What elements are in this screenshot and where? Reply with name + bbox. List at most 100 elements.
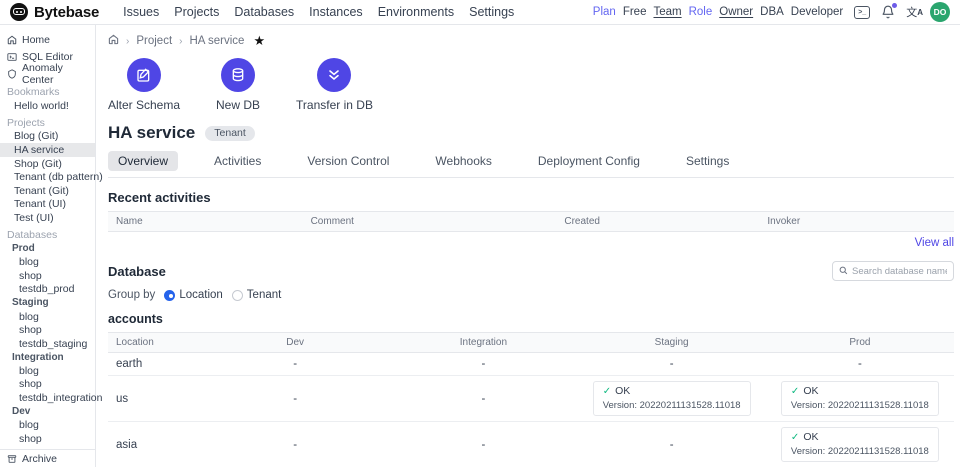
- brand[interactable]: Bytebase: [10, 3, 99, 21]
- new-db-button[interactable]: New DB: [202, 58, 274, 112]
- sidebar-project-test-ui[interactable]: Test (UI): [0, 211, 95, 225]
- nav-right: Plan Free Team Role Owner DBA Developer …: [593, 2, 950, 22]
- page-header: HA service Tenant: [108, 123, 954, 143]
- nav-link-environments[interactable]: Environments: [378, 5, 454, 19]
- column-name: Name: [108, 212, 303, 232]
- table-row-us: us - - ✓OK Version: 20220211131528.11018…: [108, 376, 954, 422]
- sidebar-project-blog-git[interactable]: Blog (Git): [0, 130, 95, 144]
- sidebar-db-item[interactable]: testdb_prod: [0, 283, 95, 297]
- terminal-icon[interactable]: >_: [854, 6, 870, 19]
- sidebar-project-tenant-ui[interactable]: Tenant (UI): [0, 198, 95, 212]
- radio-label: Tenant: [247, 289, 282, 301]
- staging-cell: ✓OK Version: 20220211131528.11018: [578, 376, 766, 422]
- view-all-link[interactable]: View all: [915, 237, 954, 249]
- tab-bar: Overview Activities Version Control Webh…: [108, 151, 954, 178]
- quick-actions: Alter Schema New DB Transfer in DB: [108, 58, 954, 112]
- search-input[interactable]: [852, 266, 947, 277]
- sidebar-db-item[interactable]: shop: [0, 432, 95, 446]
- integration-cell: -: [389, 376, 577, 422]
- sidebar-item-home[interactable]: Home: [0, 31, 95, 48]
- tab-settings[interactable]: Settings: [676, 151, 739, 171]
- version-text: Version: 20220211131528.11018: [603, 400, 741, 411]
- integration-cell: -: [389, 353, 577, 376]
- tab-webhooks[interactable]: Webhooks: [425, 151, 501, 171]
- avatar[interactable]: DO: [930, 2, 950, 22]
- sidebar-section-projects: Projects: [0, 116, 95, 130]
- sidebar-db-item[interactable]: shop: [0, 323, 95, 337]
- sidebar-bookmark-hello-world[interactable]: Hello world!: [0, 99, 95, 113]
- dev-cell: -: [201, 353, 389, 376]
- breadcrumb-project[interactable]: Project: [136, 35, 172, 47]
- breadcrumb-separator: ›: [179, 36, 182, 47]
- tab-activities[interactable]: Activities: [204, 151, 271, 171]
- nav-link-issues[interactable]: Issues: [123, 5, 159, 19]
- sidebar-db-item[interactable]: testdb_integration: [0, 391, 95, 405]
- sidebar-db-item[interactable]: blog: [0, 364, 95, 378]
- sidebar-db-item[interactable]: blog: [0, 255, 95, 269]
- bell-icon[interactable]: [881, 5, 895, 19]
- column-comment: Comment: [303, 212, 557, 232]
- sidebar-project-ha-service[interactable]: HA service: [0, 143, 95, 157]
- breadcrumb-separator: ›: [126, 36, 129, 47]
- plan-label: Plan: [593, 6, 616, 18]
- sidebar-item-label: Archive: [22, 453, 57, 465]
- database-status-card[interactable]: ✓OK Version: 20220211131528.11018: [781, 381, 939, 416]
- translate-icon[interactable]: 文A: [906, 4, 923, 20]
- tenant-badge: Tenant: [205, 126, 255, 141]
- role-developer-link[interactable]: Developer: [791, 6, 843, 18]
- transfer-in-db-button[interactable]: Transfer in DB: [296, 58, 373, 112]
- database-status-card[interactable]: ✓OK Version: 20220211131528.11018: [593, 381, 751, 416]
- bookmark-star-icon[interactable]: ★: [253, 33, 265, 49]
- radio-label: Location: [179, 289, 222, 301]
- plan-upgrade-link[interactable]: Team: [653, 6, 681, 18]
- tab-overview[interactable]: Overview: [108, 151, 178, 171]
- sidebar-item-anomaly-center[interactable]: Anomaly Center: [0, 65, 95, 82]
- check-icon: ✓: [603, 386, 611, 397]
- nav-link-settings[interactable]: Settings: [469, 5, 514, 19]
- sidebar-section-bookmarks: Bookmarks: [0, 85, 95, 99]
- sidebar-section-databases: Databases: [0, 228, 95, 242]
- sidebar-db-item[interactable]: shop: [0, 378, 95, 392]
- database-icon: [221, 58, 255, 92]
- sidebar-db-item[interactable]: blog: [0, 310, 95, 324]
- staging-cell: -: [578, 353, 766, 376]
- sidebar-db-item[interactable]: shop: [0, 269, 95, 283]
- double-chevron-down-icon: [317, 58, 351, 92]
- database-section-header: Database: [108, 261, 954, 281]
- sidebar-env-prod: Prod: [0, 242, 95, 256]
- database-status-card[interactable]: ✓OK Version: 20220211131528.11018: [781, 427, 939, 462]
- action-label: Alter Schema: [108, 98, 180, 112]
- sidebar-item-archive[interactable]: Archive: [0, 449, 95, 467]
- nav-link-instances[interactable]: Instances: [309, 5, 363, 19]
- table-row-earth: earth - - - -: [108, 353, 954, 376]
- sidebar-item-label: Anomaly Center: [22, 62, 88, 86]
- tab-version-control[interactable]: Version Control: [297, 151, 399, 171]
- action-label: New DB: [216, 98, 260, 112]
- table-header-row: Location Dev Integration Staging Prod: [108, 333, 954, 353]
- breadcrumb-home-icon[interactable]: [108, 34, 119, 48]
- alter-schema-button[interactable]: Alter Schema: [108, 58, 180, 112]
- sidebar-db-item[interactable]: blog: [0, 418, 95, 432]
- breadcrumb-current[interactable]: HA service: [189, 35, 244, 47]
- search-icon: [839, 262, 848, 280]
- sidebar-project-tenant-db-pattern[interactable]: Tenant (db pattern): [0, 170, 95, 184]
- role-dba-link[interactable]: DBA: [760, 6, 784, 18]
- group-by-location-radio[interactable]: Location: [164, 289, 222, 301]
- nav-link-projects[interactable]: Projects: [174, 5, 219, 19]
- view-all-row: View all: [108, 237, 954, 249]
- sidebar-db-item[interactable]: testdb_staging: [0, 337, 95, 351]
- sidebar-project-tenant-git[interactable]: Tenant (Git): [0, 184, 95, 198]
- database-matrix-table: Location Dev Integration Staging Prod ea…: [108, 332, 954, 467]
- notification-dot: [892, 3, 897, 8]
- nav-link-databases[interactable]: Databases: [234, 5, 294, 19]
- sidebar-project-shop-git[interactable]: Shop (Git): [0, 157, 95, 171]
- database-search[interactable]: [832, 261, 954, 281]
- dev-cell: -: [201, 376, 389, 422]
- role-label: Role: [689, 6, 713, 18]
- role-owner-link[interactable]: Owner: [719, 6, 753, 18]
- prod-cell: ✓OK Version: 20220211131528.11018: [766, 376, 954, 422]
- group-by-tenant-radio[interactable]: Tenant: [232, 289, 282, 301]
- tab-deployment-config[interactable]: Deployment Config: [528, 151, 650, 171]
- version-text: Version: 20220211131528.11018: [791, 400, 929, 411]
- edit-icon: [127, 58, 161, 92]
